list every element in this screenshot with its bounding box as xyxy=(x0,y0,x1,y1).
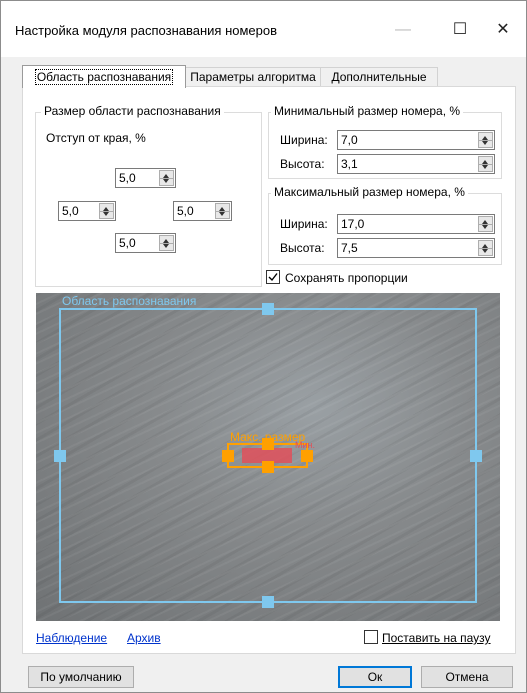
cancel-button[interactable]: Отмена xyxy=(421,666,513,688)
max-handle-left xyxy=(222,450,234,462)
checkmark-icon xyxy=(268,273,278,282)
offset-left-input[interactable]: 5,0 xyxy=(58,201,116,221)
area-handle-bottom xyxy=(262,596,274,608)
min-size-frame xyxy=(242,448,292,463)
offset-right-value: 5,0 xyxy=(177,204,194,218)
offset-top-input[interactable]: 5,0 xyxy=(115,168,176,188)
ok-button[interactable]: Ок xyxy=(338,666,412,688)
tab-algorithm[interactable]: Параметры алгоритма xyxy=(185,67,321,87)
min-overlay-label: Мин. xyxy=(295,440,315,450)
max-width-label: Ширина: xyxy=(280,217,328,231)
edge-offset-label: Отступ от края, % xyxy=(46,131,146,145)
max-width-value: 17,0 xyxy=(341,217,365,231)
max-size-legend: Максимальный размер номера, % xyxy=(271,185,468,199)
area-handle-top xyxy=(262,303,274,315)
min-height-input[interactable]: 3,1 xyxy=(337,154,495,174)
max-handle-bottom xyxy=(262,461,274,473)
offset-right-input[interactable]: 5,0 xyxy=(173,201,232,221)
max-height-input[interactable]: 7,5 xyxy=(337,238,495,258)
window-title: Настройка модуля распознавания номеров xyxy=(15,23,278,38)
preview-overlay xyxy=(54,303,482,608)
spin-arrows-icon[interactable] xyxy=(478,132,493,148)
offset-left-value: 5,0 xyxy=(62,204,79,218)
archive-link[interactable]: Архив xyxy=(127,631,161,645)
spin-arrows-icon[interactable] xyxy=(159,235,174,251)
max-handle-right xyxy=(301,450,313,462)
spin-arrows-icon[interactable] xyxy=(215,203,230,219)
close-button[interactable]: ✕ xyxy=(480,17,526,43)
camera-preview[interactable]: Область распознавания Макс. размер Мин. xyxy=(36,293,500,621)
observe-link[interactable]: Наблюдение xyxy=(36,631,107,645)
max-width-input[interactable]: 17,0 xyxy=(337,214,495,234)
max-height-label: Высота: xyxy=(280,241,325,255)
min-width-input[interactable]: 7,0 xyxy=(337,130,495,150)
keep-proportions-checkbox[interactable] xyxy=(266,270,280,284)
offset-bottom-value: 5,0 xyxy=(119,236,136,250)
offset-bottom-input[interactable]: 5,0 xyxy=(115,233,176,253)
offset-top-value: 5,0 xyxy=(119,171,136,185)
tab-additional[interactable]: Дополнительные xyxy=(320,67,438,87)
maximize-button[interactable]: ☐ xyxy=(437,17,483,43)
tab-recognition-area[interactable]: Область распознавания xyxy=(22,65,186,88)
area-overlay-label: Область распознавания xyxy=(62,294,197,308)
min-size-legend: Минимальный размер номера, % xyxy=(271,104,464,118)
tab-label: Область распознавания xyxy=(34,69,174,85)
keep-proportions-label[interactable]: Сохранять пропорции xyxy=(285,271,408,285)
title-bar[interactable]: Настройка модуля распознавания номеров —… xyxy=(1,1,526,57)
default-button[interactable]: По умолчанию xyxy=(28,666,134,688)
max-height-value: 7,5 xyxy=(341,241,358,255)
settings-dialog: Настройка модуля распознавания номеров —… xyxy=(0,0,527,693)
pause-checkbox[interactable] xyxy=(364,630,378,644)
spin-arrows-icon[interactable] xyxy=(99,203,114,219)
area-size-legend: Размер области распознавания xyxy=(41,104,224,118)
minimize-button[interactable]: — xyxy=(380,17,426,43)
spin-arrows-icon[interactable] xyxy=(478,156,493,172)
min-height-value: 3,1 xyxy=(341,157,358,171)
min-width-label: Ширина: xyxy=(280,133,328,147)
pause-label[interactable]: Поставить на паузу xyxy=(382,631,491,645)
spin-arrows-icon[interactable] xyxy=(478,216,493,232)
area-handle-right xyxy=(470,450,482,462)
spin-arrows-icon[interactable] xyxy=(159,170,174,186)
spin-arrows-icon[interactable] xyxy=(478,240,493,256)
min-width-value: 7,0 xyxy=(341,133,358,147)
area-handle-left xyxy=(54,450,66,462)
min-height-label: Высота: xyxy=(280,157,325,171)
max-overlay-label: Макс. размер xyxy=(230,430,306,444)
